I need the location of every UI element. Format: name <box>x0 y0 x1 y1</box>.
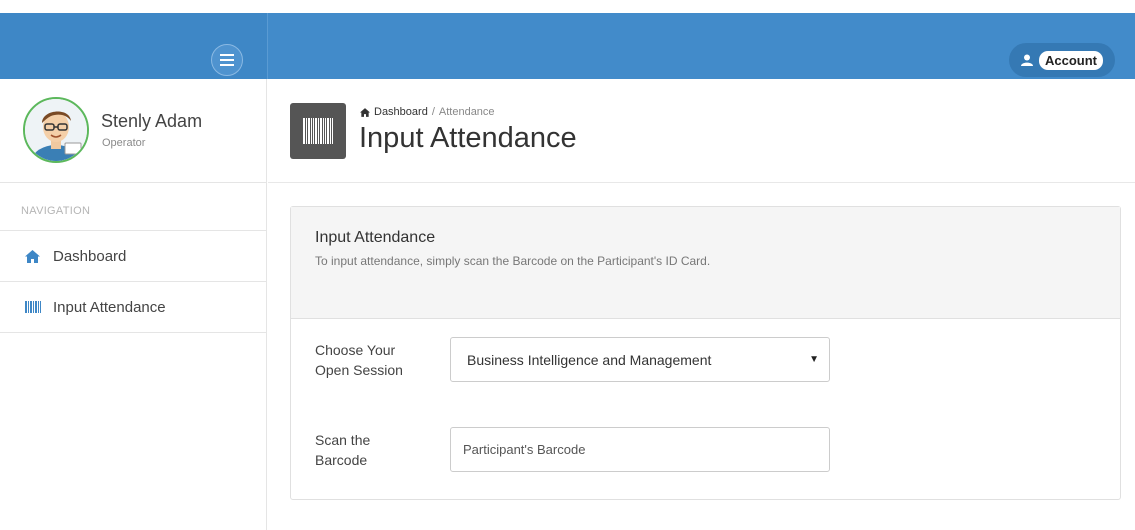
session-label-line1: Choose Your <box>315 342 396 358</box>
page-title: Input Attendance <box>359 122 577 154</box>
panel-title: Input Attendance <box>315 229 436 246</box>
sidebar-header <box>0 13 267 79</box>
breadcrumb-dashboard-link[interactable]: Dashboard <box>374 106 428 118</box>
profile-name: Stenly Adam <box>101 111 203 131</box>
home-icon <box>25 249 45 263</box>
panel-header: Input Attendance To input attendance, si… <box>291 207 1120 319</box>
home-icon <box>360 107 370 117</box>
barcode-icon <box>290 103 346 159</box>
barcode-icon <box>25 301 45 313</box>
breadcrumb-separator: / <box>431 106 435 118</box>
panel-description: To input attendance, simply scan the Bar… <box>315 254 711 268</box>
profile-role: Operator <box>102 137 146 149</box>
breadcrumb-current: Attendance <box>438 106 495 118</box>
user-icon <box>1021 54 1033 66</box>
session-select[interactable]: Business Intelligence and Management ▼ <box>450 337 830 382</box>
page-header: Dashboard / Attendance Input Attendance <box>268 79 1135 183</box>
sidebar-item-label: Input Attendance <box>53 298 166 316</box>
attendance-panel: Input Attendance To input attendance, si… <box>290 206 1121 500</box>
menu-toggle-button[interactable] <box>211 44 243 76</box>
breadcrumb: Dashboard / Attendance <box>360 106 495 118</box>
caret-down-icon: ▼ <box>809 354 819 365</box>
nav-heading: NAVIGATION <box>0 183 266 231</box>
account-label: Account <box>1039 50 1103 70</box>
barcode-label: Scan the Barcode <box>315 430 425 470</box>
avatar <box>23 97 89 163</box>
sidebar: Stenly Adam Operator NAVIGATION Dashboar… <box>0 79 267 530</box>
top-navbar: Account <box>268 13 1135 79</box>
avatar-illustration <box>25 99 87 161</box>
barcode-label-line2: Barcode <box>315 452 368 468</box>
sidebar-item-input-attendance[interactable]: Input Attendance <box>0 282 266 333</box>
sidebar-item-label: Dashboard <box>53 247 127 265</box>
sidebar-item-dashboard[interactable]: Dashboard <box>0 231 266 282</box>
barcode-label-line1: Scan the <box>315 432 371 448</box>
session-label-line2: Open Session <box>315 362 403 378</box>
session-label: Choose Your Open Session <box>315 340 425 380</box>
user-profile: Stenly Adam Operator <box>0 79 266 183</box>
window-top-strip <box>0 0 1135 13</box>
barcode-input[interactable] <box>450 427 830 472</box>
hamburger-icon <box>220 54 234 66</box>
session-selected-value: Business Intelligence and Management <box>467 351 712 368</box>
account-button[interactable]: Account <box>1009 43 1115 77</box>
